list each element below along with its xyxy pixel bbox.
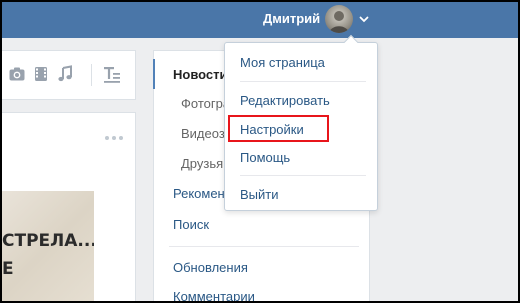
post-composer: [2, 50, 136, 100]
menu-item-logout[interactable]: Выйти: [240, 187, 279, 202]
menu-item-my-page[interactable]: Моя страница: [240, 55, 325, 70]
nav-item-videos[interactable]: Видеоз: [181, 126, 225, 141]
nav-item-updates[interactable]: Обновления: [173, 260, 248, 275]
nav-item-news[interactable]: Новости: [173, 67, 228, 82]
menu-divider: [240, 81, 366, 82]
nav-divider: [169, 246, 359, 247]
nav-item-friends[interactable]: Друзья: [181, 156, 223, 171]
menu-divider: [240, 175, 366, 176]
nav-item-comments[interactable]: Комментарии: [173, 289, 255, 303]
active-indicator: [153, 59, 155, 89]
user-dropdown-menu: Моя страница Редактировать Настройки Пом…: [224, 34, 378, 211]
camera-icon[interactable]: [8, 65, 26, 83]
user-menu-toggle[interactable]: Дмитрий: [255, 0, 375, 38]
post-image-text-line1: СТРЕЛА...: [2, 231, 94, 251]
news-post: СТРЕЛА... Е: [2, 112, 136, 303]
more-options-icon[interactable]: [103, 135, 125, 141]
nav-item-photos[interactable]: Фотогра: [181, 96, 230, 111]
toolbar-divider: [91, 64, 92, 86]
post-image[interactable]: СТРЕЛА... Е: [2, 191, 94, 303]
top-header-bar: Дмитрий: [0, 0, 520, 38]
text-format-icon[interactable]: [102, 64, 122, 84]
chevron-down-icon: [359, 16, 369, 23]
menu-item-edit[interactable]: Редактировать: [240, 93, 330, 108]
nav-item-search[interactable]: Поиск: [173, 217, 209, 232]
menu-item-help[interactable]: Помощь: [240, 150, 290, 165]
post-image-text-line2: Е: [2, 259, 14, 279]
video-icon[interactable]: [32, 65, 50, 83]
user-name: Дмитрий: [263, 11, 321, 26]
menu-item-settings[interactable]: Настройки: [240, 122, 304, 137]
avatar: [325, 5, 353, 33]
nav-item-recommendations[interactable]: Рекомен: [173, 186, 225, 201]
music-icon[interactable]: [56, 65, 74, 83]
